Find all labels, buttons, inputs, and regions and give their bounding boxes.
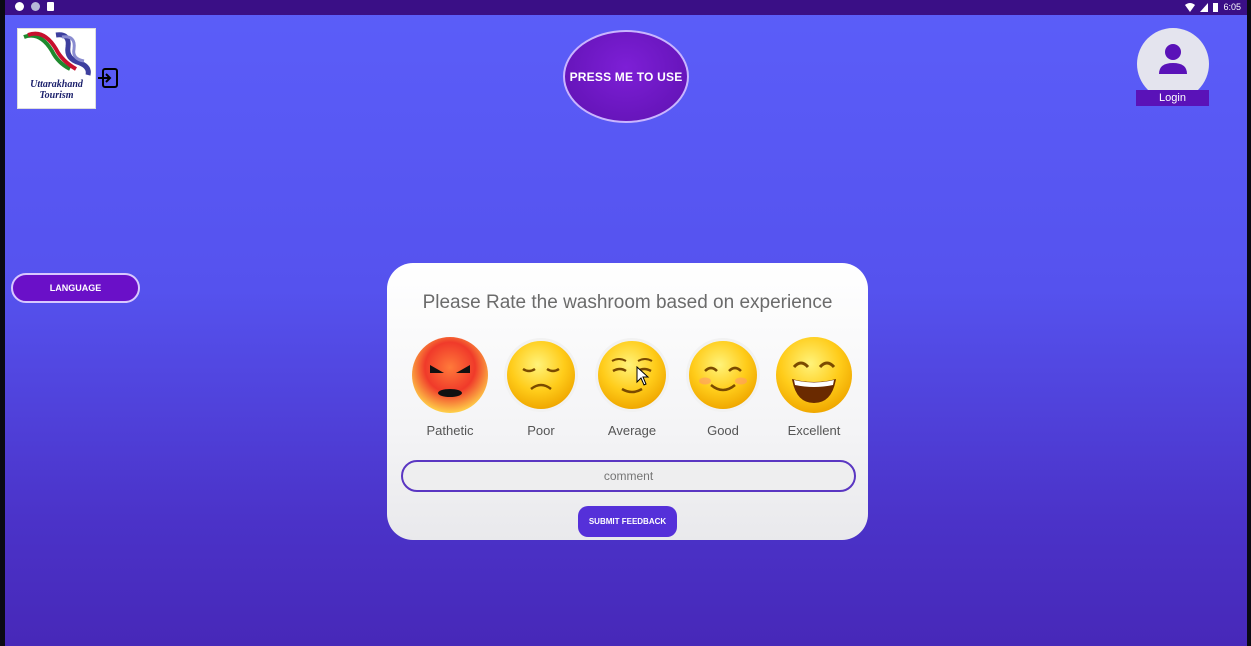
submit-feedback-button[interactable]: SUBMIT FEEDBACK	[578, 506, 677, 537]
rating-label: Excellent	[787, 423, 841, 438]
wifi-icon	[1185, 2, 1196, 12]
grinning-face-icon[interactable]	[774, 335, 854, 415]
notification-icon	[31, 2, 40, 11]
mouse-cursor-icon	[636, 366, 650, 386]
disappointed-face-icon[interactable]	[501, 335, 581, 415]
rating-label: Good	[707, 423, 739, 438]
rating-label: Average	[607, 423, 657, 438]
login-area[interactable]: Login	[1136, 28, 1211, 108]
status-time: 6:05	[1223, 2, 1241, 12]
angry-face-icon[interactable]	[410, 335, 490, 415]
rating-good[interactable]: Good	[678, 335, 768, 438]
settings-icon	[15, 2, 24, 11]
logo-swoosh-icon	[23, 31, 91, 76]
comment-input[interactable]	[401, 460, 856, 492]
battery-icon	[1213, 2, 1219, 12]
smiling-face-icon[interactable]	[683, 335, 763, 415]
rating-label: Poor	[527, 423, 555, 438]
rating-average[interactable]: Average	[587, 335, 677, 438]
feedback-card: Please Rate the washroom based on experi…	[387, 263, 868, 540]
relieved-face-icon[interactable]	[592, 335, 672, 415]
signal-icon	[1200, 2, 1209, 12]
app-screen: 6:05 Uttarakhand Tourism PRESS ME TO USE…	[5, 0, 1247, 646]
exit-icon[interactable]	[97, 67, 119, 89]
language-button[interactable]: LANGUAGE	[11, 273, 140, 303]
press-me-button[interactable]: PRESS ME TO USE	[563, 30, 689, 123]
rating-poor[interactable]: Poor	[496, 335, 586, 438]
uttarakhand-tourism-logo: Uttarakhand Tourism	[17, 28, 96, 109]
login-button[interactable]: Login	[1136, 90, 1209, 106]
status-bar: 6:05	[5, 0, 1247, 15]
clipboard-icon	[47, 2, 54, 11]
rating-pathetic[interactable]: Pathetic	[405, 335, 495, 438]
feedback-title: Please Rate the washroom based on experi…	[422, 292, 833, 313]
user-icon	[1159, 44, 1187, 74]
rating-label: Pathetic	[426, 423, 474, 438]
rating-excellent[interactable]: Excellent	[769, 335, 859, 438]
logo-text: Uttarakhand Tourism	[30, 79, 83, 101]
